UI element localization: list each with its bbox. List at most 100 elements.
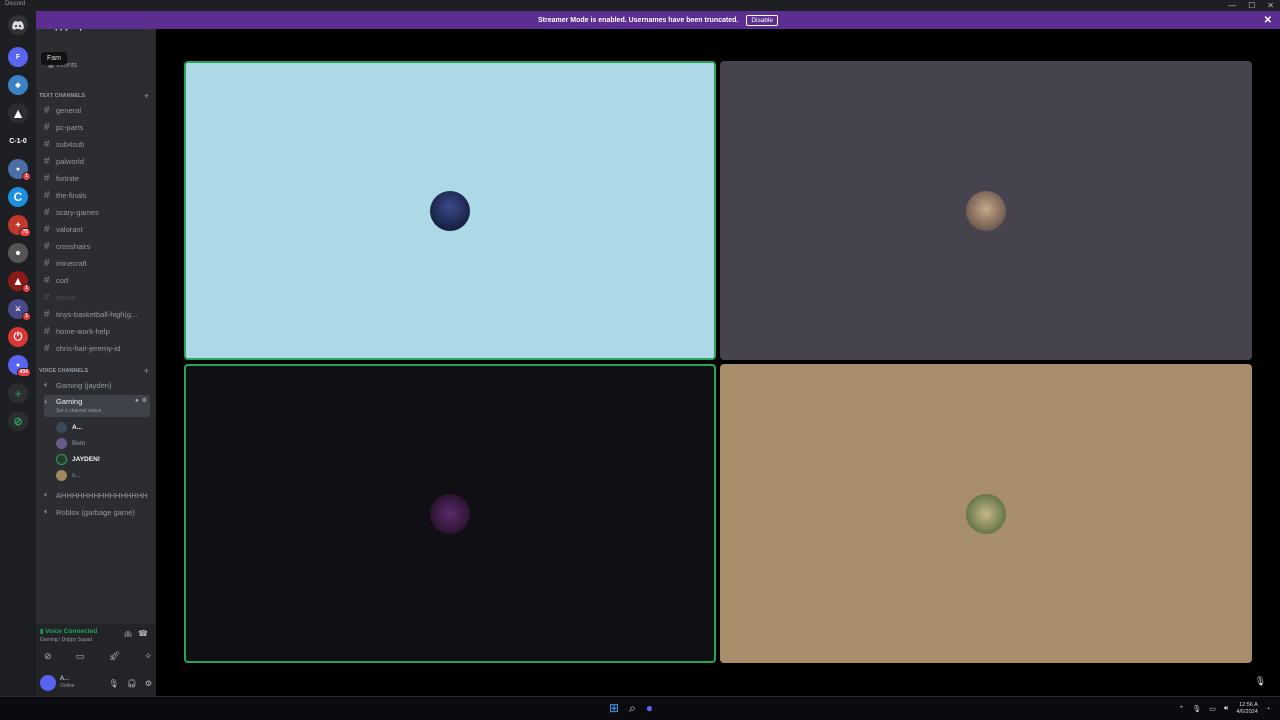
channel-label: crosshairs: [56, 241, 91, 251]
voice-channel-text: Gaming Set a channel status: [56, 397, 101, 414]
server-triangle-icon[interactable]: ▲: [8, 103, 28, 123]
microphone-icon[interactable]: 🎙︎: [1192, 705, 1201, 713]
speaker-icon: 🔈︎: [44, 380, 49, 389]
voice-user[interactable]: A...: [56, 420, 82, 434]
voice-user-name: JAYDEN!: [72, 455, 100, 463]
video-tile[interactable]: [720, 61, 1252, 360]
user-info[interactable]: A... Online: [60, 676, 74, 690]
window-controls: — ☐ ✕: [1228, 0, 1274, 11]
voice-channel-ahhh[interactable]: 🔈︎ AHHHHHHHHHHHHHHHH: [44, 488, 150, 502]
voice-panel: ▮ Voice Connected Gaming / Drippy Squad …: [36, 624, 156, 696]
volume-icon[interactable]: 🔊︎: [1224, 705, 1228, 713]
search-icon[interactable]: ⌕: [629, 701, 636, 716]
server-power-icon[interactable]: ⏻: [8, 327, 28, 347]
voice-channel-roblox[interactable]: 🔈︎ Roblox (garbage game): [44, 505, 150, 519]
add-channel-icon[interactable]: +: [144, 91, 149, 101]
channel-minecraft[interactable]: # minecraft: [44, 256, 150, 270]
hash-icon: #: [44, 104, 50, 116]
notification-icon[interactable]: ◔: [1266, 706, 1270, 713]
soundboard-icon[interactable]: ✧: [144, 651, 152, 662]
noise-suppression-icon[interactable]: ıllı: [124, 630, 132, 639]
server-diamond-icon[interactable]: ◆: [8, 75, 28, 95]
server-fam-icon[interactable]: F: [8, 47, 28, 67]
minimize-button[interactable]: —: [1228, 0, 1236, 11]
chevron-up-icon[interactable]: ⌃: [1179, 705, 1185, 713]
voice-user[interactable]: JAYDEN!: [56, 452, 100, 466]
server-globe-icon[interactable]: ● 1: [8, 159, 31, 181]
activity-icon[interactable]: 🚀︎: [109, 651, 120, 662]
disconnect-icon[interactable]: ☎: [138, 629, 148, 638]
channel-label: fortnite: [56, 173, 79, 183]
network-icon[interactable]: ▭: [1209, 705, 1216, 713]
hash-icon: #: [44, 206, 50, 218]
text-category[interactable]: TEXT CHANNELS +: [39, 91, 151, 101]
channel-actions[interactable]: ●⚙: [135, 397, 150, 404]
channel-palworld[interactable]: # palworld: [44, 154, 150, 168]
server-sword-icon[interactable]: ⚔ 1: [8, 299, 31, 321]
taskbar-apps: ⊞ ⌕ ●: [609, 701, 653, 716]
channel-home-work-help[interactable]: # home-work-help: [44, 324, 150, 338]
avatar: [430, 190, 470, 231]
channel-sub4sub[interactable]: # sub4sub: [44, 137, 150, 151]
add-channel-icon[interactable]: +: [144, 366, 149, 376]
camera-off-icon[interactable]: ⊘: [44, 651, 52, 662]
microphone-icon[interactable]: 🎙︎: [109, 679, 119, 688]
voice-connected-status[interactable]: ▮ Voice Connected: [40, 628, 97, 635]
video-tile[interactable]: [720, 364, 1252, 663]
hash-icon: #: [44, 240, 50, 252]
avatar[interactable]: [40, 675, 56, 691]
channel-status-hint[interactable]: Set a channel status: [56, 408, 101, 414]
channel-cod[interactable]: # cod: [44, 273, 150, 287]
hash-icon: #: [44, 172, 50, 184]
channel-label: minecraft: [56, 258, 87, 268]
server-shield-icon[interactable]: ✦ 75: [8, 215, 31, 237]
server-anime-icon[interactable]: ☻: [8, 243, 28, 263]
speaker-icon: 🔈︎: [44, 507, 49, 516]
channel-chris-hair[interactable]: # chris-hair-jeremy-id: [44, 341, 150, 355]
voice-channel-gaming[interactable]: 🔈︎ Gaming Set a channel status ●⚙: [44, 395, 150, 417]
server-apex-icon[interactable]: ▲ 1: [8, 271, 31, 293]
voice-category[interactable]: VOICE CHANNELS +: [39, 366, 151, 376]
channel-valorant[interactable]: # valorant: [44, 222, 150, 236]
banner-message: Streamer Mode is enabled. Usernames have…: [537, 16, 739, 24]
voice-user-name: Beto: [72, 439, 86, 447]
server-badge: 434: [16, 368, 31, 377]
maximize-button[interactable]: ☐: [1248, 0, 1255, 11]
voice-location[interactable]: Gaming / Drippy Squad: [40, 637, 92, 643]
video-tile[interactable]: [184, 61, 716, 360]
start-icon[interactable]: ⊞: [609, 701, 619, 716]
category-label: VOICE CHANNELS: [39, 368, 89, 374]
disable-button[interactable]: Disable: [746, 14, 779, 26]
screen-share-icon[interactable]: ▭: [76, 651, 85, 662]
explore-icon[interactable]: ⊘: [8, 411, 28, 431]
hash-icon: #: [44, 342, 50, 354]
discord-taskbar-icon[interactable]: ●: [646, 701, 653, 716]
video-tile[interactable]: [184, 364, 716, 663]
server-c-icon[interactable]: C: [8, 187, 28, 207]
voice-user-name: s...: [72, 471, 81, 479]
add-server-icon[interactable]: +: [8, 383, 28, 403]
microphone-icon[interactable]: 🎙︎: [1255, 676, 1266, 687]
channel-general[interactable]: # general: [44, 103, 150, 117]
gear-icon[interactable]: ⚙: [145, 679, 152, 688]
voice-user[interactable]: Beto: [56, 436, 85, 450]
server-c10-icon[interactable]: C-1-0: [8, 131, 28, 151]
server-dm-icon[interactable]: ● 434: [8, 355, 31, 377]
voice-user[interactable]: s...: [56, 468, 81, 482]
channel-label: sub4sub: [56, 139, 85, 149]
channel-the-finals[interactable]: # the-finals: [44, 188, 150, 202]
voice-channel-gaming-jayden[interactable]: 🔈︎ Gaming (jayden): [44, 378, 150, 392]
channel-label: tinys-basketball-high(g...: [56, 309, 138, 319]
headphones-icon[interactable]: 🎧︎: [127, 679, 137, 688]
channel-scary-games[interactable]: # scary-games: [44, 205, 150, 219]
channel-pc-parts[interactable]: # pc-parts: [44, 120, 150, 134]
close-window-button[interactable]: ✕: [1267, 0, 1274, 11]
channel-tinys-basketball[interactable]: # tinys-basketball-high(g...: [44, 307, 150, 321]
channel-label: Gaming: [56, 397, 83, 406]
channel-music[interactable]: # music: [44, 290, 150, 304]
channel-fortnite[interactable]: # fortnite: [44, 171, 150, 185]
clock[interactable]: 12:56 A 4/6/2024: [1236, 702, 1257, 716]
channel-crosshairs[interactable]: # crosshairs: [44, 239, 150, 253]
discord-home-icon[interactable]: [8, 15, 28, 35]
close-icon[interactable]: ✕: [1264, 15, 1272, 26]
